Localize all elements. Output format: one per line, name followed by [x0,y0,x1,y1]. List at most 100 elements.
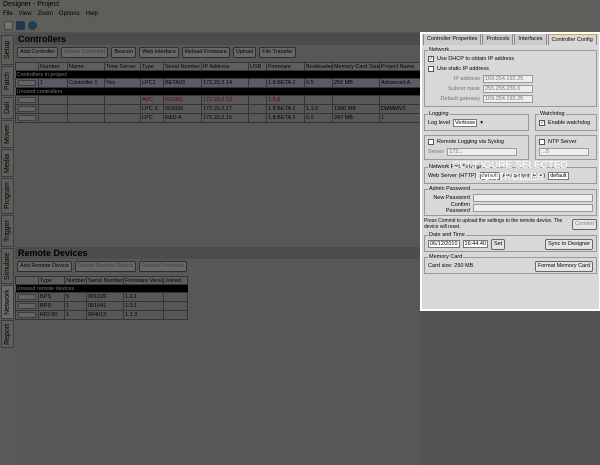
file-transfer-button[interactable]: File Transfer [259,47,296,58]
chevron-down-icon[interactable]: ▾ [480,120,483,126]
table-row[interactable]: BPS 5 001026 1.0.1 [15,292,188,302]
sync-to-designer-button[interactable]: Sync to Designer [545,238,593,250]
column-header[interactable]: IP Address [201,62,249,71]
tab-patch[interactable]: Patch [1,66,14,96]
delete-remote-device-button[interactable]: Delete Remote Device [74,261,136,272]
new-icon[interactable] [4,21,13,30]
table-row[interactable]: 1 Controller 1 Yes LPC1 BETA03 172.20.2.14 1.8… [15,78,421,88]
table-row[interactable]: RIO 80 1 004013 1.1.3 [15,310,188,320]
row-select-button[interactable] [15,113,39,123]
syslog-server-field[interactable]: 172... [447,148,518,156]
table-row[interactable]: LPC R&D 4 172.20.2.15 1.8 BETA 2 0.0 247 MB 1 [15,113,421,123]
set-button[interactable]: Set [490,238,506,250]
table-cell: 1 [38,78,68,88]
column-header[interactable] [15,276,39,285]
menu-view[interactable]: View [19,11,32,19]
column-header[interactable]: Serial Number [163,62,202,71]
reload-firmware-button[interactable]: Reload Firmware [181,47,230,58]
web-interface-button[interactable]: Web interface [139,47,179,58]
table-cell: 5 [64,292,87,302]
date-field[interactable]: 06/12/2010 [428,240,460,248]
column-header[interactable]: Number [38,62,68,71]
row-select-button[interactable] [15,78,39,88]
log-level-select[interactable]: Verbose [453,119,478,127]
column-header[interactable]: Bootloader [304,62,333,71]
menu-file[interactable]: File [3,11,13,19]
row-handle[interactable] [18,97,36,103]
callout-line-2: CONTROLLER [475,172,545,183]
tab-program[interactable]: Program [1,178,14,214]
ntp-server-field[interactable]: ...0 [539,148,589,156]
row-handle[interactable] [18,80,36,86]
tab-simulate[interactable]: Simulate [1,248,14,284]
upload-button[interactable]: Upload [232,47,257,58]
tab-report[interactable]: Report [1,320,14,348]
tab-controller-config[interactable]: Controller Config [547,33,597,45]
table-row[interactable]: AVC 031051 172.20.2.12 1.6.8 [15,95,421,105]
row-select-button[interactable] [15,104,39,114]
format-memory-card-button[interactable]: Format Memory Card [534,260,593,272]
table-row[interactable]: LPC X 002006 172.20.2.17 1.8 BETA 2 1.1.0 198… [15,104,421,114]
time-field[interactable]: 16:44:40 [462,240,488,248]
reload-firmware-button[interactable]: Reload Firmware [138,261,187,272]
save-icon[interactable] [28,21,37,30]
column-header[interactable]: Name [67,62,105,71]
row-handle[interactable] [18,115,36,121]
subnet-mask-field[interactable]: 255.255.255.0 [483,85,533,93]
row-select-button[interactable] [15,301,39,311]
syslog-checkbox[interactable] [428,139,434,145]
column-header[interactable]: Memory Card Size [332,62,380,71]
watchdog-checkbox[interactable]: ✓ [539,120,545,126]
column-header[interactable]: Serial Number [86,276,124,285]
commit-button[interactable]: Commit [572,218,597,230]
tab-controller-properties[interactable]: Controller Properties [423,33,482,45]
gateway-field[interactable]: 169.254.192.25 [483,95,533,103]
tab-media[interactable]: Media [1,149,14,177]
column-header[interactable]: Project Name [379,62,421,71]
table-cell [38,95,68,105]
dhcp-checkbox[interactable]: ✓ [428,56,434,62]
beacon-button[interactable]: Beacon [111,47,137,58]
group-row: Controllers in project [15,70,421,79]
column-header[interactable]: Joined [163,276,188,285]
ip-field[interactable]: 169.254.192.25 [483,75,533,83]
tab-mover[interactable]: Mover [1,120,14,148]
tab-dali[interactable]: Dali [1,97,14,119]
column-header[interactable]: Firmware Version [123,276,164,285]
tab-interfaces[interactable]: Interfaces [514,33,547,45]
row-select-button[interactable] [15,95,39,105]
add-controller-button[interactable]: Add Controller [17,47,59,58]
confirm-password-label: Confirm Password [445,202,470,214]
group-row: Unused remote devices [15,284,188,293]
confirm-password-field[interactable] [473,204,593,212]
toolbar [0,20,600,32]
table-cell: 172.20.2.15 [201,113,249,123]
row-handle[interactable] [18,303,36,309]
tab-network[interactable]: Network [1,285,14,319]
row-handle[interactable] [18,106,36,112]
tab-protocols[interactable]: Protocols [482,33,514,45]
column-header[interactable]: Firmware [266,62,305,71]
menu-help[interactable]: Help [86,11,98,19]
column-header[interactable] [15,62,39,71]
add-remote-device-button[interactable]: Add Remote Device [17,261,72,272]
column-header[interactable]: Number [64,276,87,285]
static-ip-checkbox[interactable] [428,66,434,72]
tab-trigger[interactable]: Trigger [1,215,14,247]
tab-setup[interactable]: Setup [1,35,14,65]
row-select-button[interactable] [15,292,39,302]
table-row[interactable]: BPS 1 001041 1.0.1 [15,301,188,311]
column-header[interactable]: Type [140,62,164,71]
column-header[interactable]: Type [38,276,65,285]
menu-zoom[interactable]: Zoom [38,11,53,19]
new-password-field[interactable] [473,194,593,202]
delete-controller-button[interactable]: Delete Controller [61,47,109,58]
row-handle[interactable] [18,294,36,300]
column-header[interactable]: Time Server [104,62,141,71]
row-select-button[interactable] [15,310,39,320]
column-header[interactable]: USB [248,62,267,71]
open-icon[interactable] [16,21,25,30]
ntp-checkbox[interactable] [539,139,545,145]
row-handle[interactable] [18,312,36,318]
menu-options[interactable]: Options [59,11,80,19]
